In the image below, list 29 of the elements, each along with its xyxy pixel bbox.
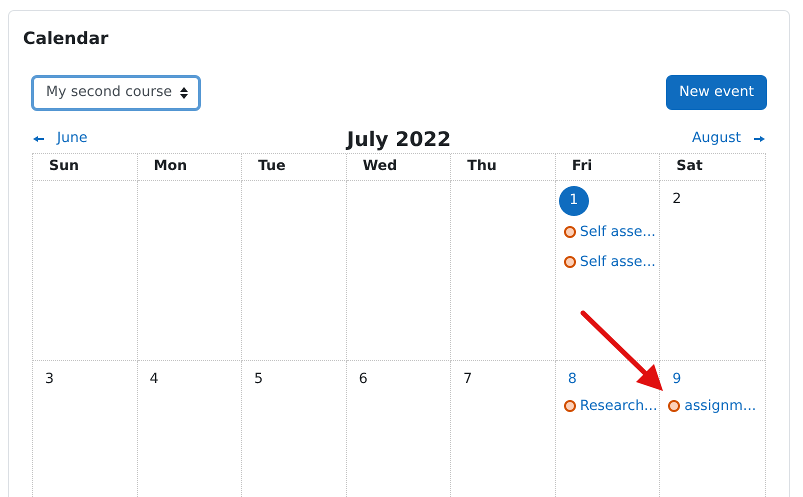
previous-month-link[interactable]: June xyxy=(33,128,173,149)
day-number[interactable]: 9 xyxy=(663,368,690,390)
weekday-header: Fri xyxy=(556,154,660,180)
day-number: 4 xyxy=(148,370,160,388)
sort-caret-icon xyxy=(180,86,188,98)
event-link[interactable]: Self asse... xyxy=(558,222,656,242)
weekday-header: Sat xyxy=(660,154,765,180)
today-date[interactable]: 1 xyxy=(558,186,589,216)
new-event-button[interactable]: New event xyxy=(666,75,767,110)
weekday-header: Wed xyxy=(346,154,452,180)
day-number: 3 xyxy=(44,370,55,388)
day-number: 2 xyxy=(671,190,682,208)
day-number: 6 xyxy=(358,370,369,388)
card-title: Calendar xyxy=(23,28,110,51)
arrow-left-icon xyxy=(33,136,44,142)
weekday-header: Tue xyxy=(242,154,347,180)
day-number: 7 xyxy=(462,370,474,388)
event-link[interactable]: Self asse... xyxy=(558,252,656,272)
weekday-header: Thu xyxy=(451,154,556,180)
event-link[interactable]: Research... xyxy=(558,396,658,416)
month-title: July 2022 xyxy=(346,126,452,152)
day-number[interactable]: 8 xyxy=(558,368,586,390)
day-number: 5 xyxy=(253,370,264,388)
weekday-header: Mon xyxy=(138,154,242,180)
course-select[interactable]: My second course xyxy=(31,74,201,110)
arrow-right-icon xyxy=(754,136,765,142)
event-link[interactable]: assignm... xyxy=(663,396,756,416)
weekday-header: Sun xyxy=(33,154,138,180)
next-month-link[interactable]: August xyxy=(624,128,765,149)
